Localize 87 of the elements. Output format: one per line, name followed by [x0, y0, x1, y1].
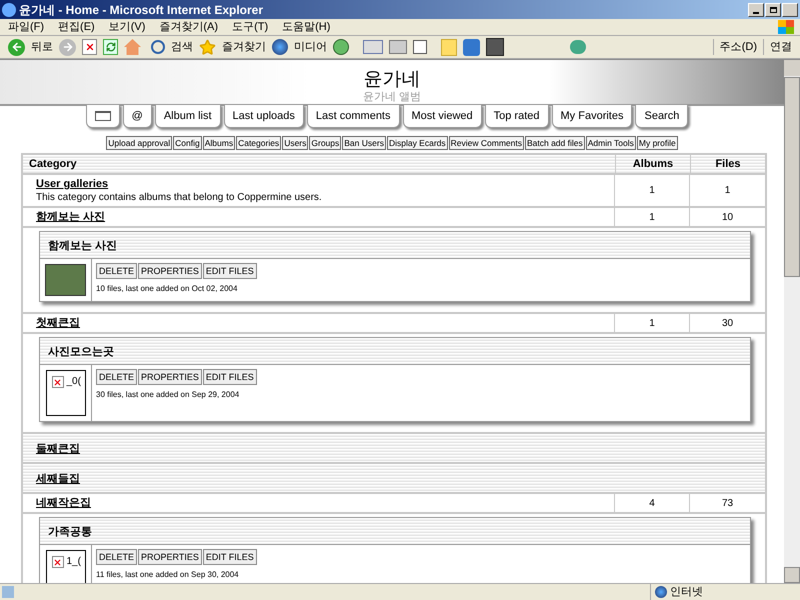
admin-link[interactable]: Batch add files	[524, 136, 585, 150]
album-action-button[interactable]: DELETE	[96, 369, 138, 385]
windows-logo-icon	[778, 20, 794, 34]
menu-item[interactable]: 파일(F)	[6, 18, 46, 36]
album-info: 10 files, last one added on Oct 02, 2004	[96, 284, 238, 294]
album-action-button[interactable]: PROPERTIES	[138, 369, 202, 385]
files-count-cell-text: 10	[720, 210, 734, 224]
admin-link[interactable]: Display Ecards	[386, 136, 448, 150]
category-link[interactable]: 둘째큰집	[36, 443, 80, 455]
albums-count-cell: 1	[615, 314, 690, 332]
nav-tab[interactable]: Album list	[154, 104, 221, 128]
files-count-cell-text: 73	[720, 496, 734, 510]
column-header: Files	[690, 155, 765, 173]
nav-tab[interactable]: Most viewed	[402, 104, 482, 128]
links-label[interactable]: 연결	[763, 38, 792, 56]
admin-link[interactable]: Review Comments	[448, 136, 524, 150]
refresh-icon[interactable]	[103, 39, 118, 55]
album-title[interactable]: 함께보는 사진	[48, 240, 118, 252]
album-action-button[interactable]: PROPERTIES	[138, 263, 202, 279]
category-link[interactable]: 세째들집	[36, 473, 80, 485]
category-link[interactable]: 네째작은집	[36, 496, 601, 510]
albums-count-cell: 1	[615, 208, 690, 226]
favorites-label[interactable]: 즐겨찾기	[222, 38, 266, 56]
menu-item[interactable]: 즐겨찾기(A)	[157, 18, 220, 36]
category-link[interactable]: User galleries	[36, 177, 601, 191]
photo-placeholder[interactable]	[45, 264, 86, 296]
category-link[interactable]: 함께보는 사진	[36, 210, 601, 224]
album-title[interactable]: 가족공통	[48, 526, 92, 538]
minimize-button[interactable]	[748, 2, 764, 16]
star-icon[interactable]	[199, 38, 216, 56]
menu-item[interactable]: 편집(E)	[56, 18, 97, 36]
stop-icon[interactable]	[82, 39, 97, 55]
home-tab[interactable]	[86, 104, 120, 128]
window-title: 윤가네 - Home - Microsoft Internet Explorer	[19, 2, 264, 18]
album-action-button[interactable]: EDIT FILES	[202, 263, 257, 279]
column-header: Albums	[615, 155, 690, 173]
nav-tab[interactable]: Top rated	[484, 104, 549, 128]
zone-label: 인터넷	[670, 584, 703, 600]
admin-link[interactable]: Categories	[236, 136, 282, 150]
album-action-button[interactable]: DELETE	[96, 263, 138, 279]
media-label[interactable]: 미디어	[294, 38, 327, 56]
admin-link[interactable]: My profile	[636, 136, 678, 150]
menu-item[interactable]: 보기(V)	[106, 18, 148, 36]
search-label[interactable]: 검색	[171, 38, 193, 56]
category-description: This category contains albums that belong to Coppermine users.	[36, 191, 323, 204]
albums-count-cell: 1	[615, 175, 690, 206]
alt-text: 1_(	[66, 556, 81, 567]
album-title[interactable]: 사진모으는곳	[48, 346, 114, 358]
broken-image-icon	[52, 556, 64, 568]
admin-link[interactable]: Upload approval	[106, 136, 172, 150]
category-link[interactable]: 첫째큰집	[36, 316, 601, 330]
column-header: Category	[28, 157, 78, 172]
album-info: 11 files, last one added on Sep 30, 2004	[96, 570, 240, 580]
close-button[interactable]	[782, 2, 798, 16]
album-action-button[interactable]: EDIT FILES	[202, 369, 257, 385]
alt-text: _0(	[66, 376, 81, 387]
files-count-cell-text: 1	[724, 184, 732, 198]
vertical-scrollbar[interactable]	[784, 60, 800, 583]
admin-link[interactable]: Albums	[202, 136, 236, 150]
album-action-button[interactable]: PROPERTIES	[138, 549, 202, 565]
restore-button[interactable]	[765, 2, 781, 16]
globe-icon[interactable]	[272, 39, 288, 55]
site-subtitle: 윤가네 앨범	[362, 91, 422, 104]
broken-image-thumbnail[interactable]: 1_(	[46, 550, 86, 583]
broken-image-icon	[52, 376, 64, 388]
nav-tab[interactable]: Last comments	[306, 104, 400, 128]
nav-tab[interactable]: My Favorites	[552, 104, 632, 128]
album-action-button[interactable]: DELETE	[96, 549, 138, 565]
album-info: 30 files, last one added on Sep 29, 2004	[96, 390, 240, 400]
menu-item[interactable]: 도움말(H)	[280, 18, 332, 36]
nav-tab[interactable]: @	[122, 104, 152, 128]
admin-link[interactable]: Ban Users	[342, 136, 386, 150]
back-label[interactable]: 뒤로	[31, 38, 53, 56]
albums-count-cell: 4	[615, 494, 690, 512]
admin-link[interactable]: Groups	[309, 136, 342, 150]
album-action-button[interactable]: EDIT FILES	[202, 549, 257, 565]
admin-link[interactable]: Config	[173, 136, 202, 150]
address-label: 주소(D)	[712, 38, 757, 56]
admin-link[interactable]: Admin Tools	[586, 136, 636, 150]
admin-link[interactable]: Users	[282, 136, 308, 150]
globe-icon	[655, 586, 667, 598]
nav-tab[interactable]: Last uploads	[224, 104, 304, 128]
menu-item[interactable]: 도구(T)	[230, 18, 270, 36]
files-count-cell-text: 30	[720, 316, 734, 330]
nav-tab[interactable]: Search	[635, 104, 688, 128]
broken-image-thumbnail[interactable]: _0(	[46, 370, 86, 416]
site-title: 윤가네	[364, 69, 420, 91]
